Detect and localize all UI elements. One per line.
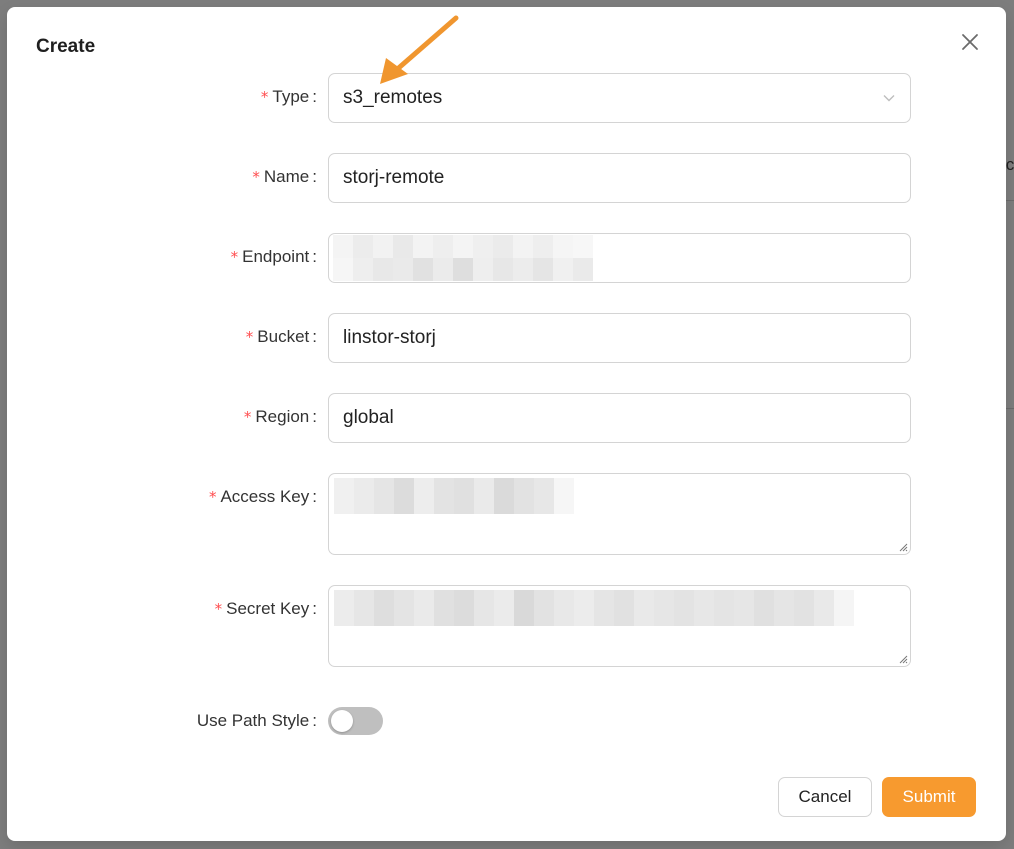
close-button[interactable] — [958, 30, 982, 54]
type-label: * Type: — [260, 87, 317, 106]
redacted-value — [334, 590, 905, 626]
name-label: * Name: — [252, 167, 317, 186]
name-input[interactable]: storj-remote — [328, 153, 911, 203]
secret-key-textarea[interactable] — [328, 585, 911, 667]
resize-handle-icon[interactable] — [898, 542, 908, 552]
background-divider — [1005, 408, 1014, 409]
type-select-value: s3_remotes — [343, 87, 443, 108]
endpoint-input[interactable] — [328, 233, 911, 283]
bucket-label: * Bucket: — [245, 327, 317, 346]
submit-button[interactable]: Submit — [882, 777, 976, 817]
endpoint-label: * Endpoint: — [230, 247, 317, 266]
background-divider — [1005, 200, 1014, 201]
region-label: * Region: — [243, 407, 317, 426]
use-path-style-label: Use Path Style: — [196, 711, 317, 730]
secret-key-label: * Secret Key: — [214, 599, 317, 618]
redacted-value — [334, 478, 905, 514]
toggle-knob — [331, 710, 353, 732]
access-key-label: * Access Key: — [208, 487, 317, 506]
dialog-title: Create — [36, 36, 96, 57]
resize-handle-icon[interactable] — [898, 654, 908, 664]
chevron-down-icon — [883, 95, 895, 102]
region-input[interactable]: global — [328, 393, 911, 443]
access-key-textarea[interactable] — [328, 473, 911, 555]
cancel-button[interactable]: Cancel — [778, 777, 872, 817]
bucket-input[interactable]: linstor-storj — [328, 313, 911, 363]
close-icon — [962, 34, 978, 50]
create-dialog: Create * Type: s3_remotes * Name: storj-re… — [7, 7, 1006, 841]
redacted-value — [333, 235, 593, 281]
arrow-annotation-icon — [380, 15, 459, 84]
use-path-style-toggle[interactable] — [328, 707, 383, 735]
